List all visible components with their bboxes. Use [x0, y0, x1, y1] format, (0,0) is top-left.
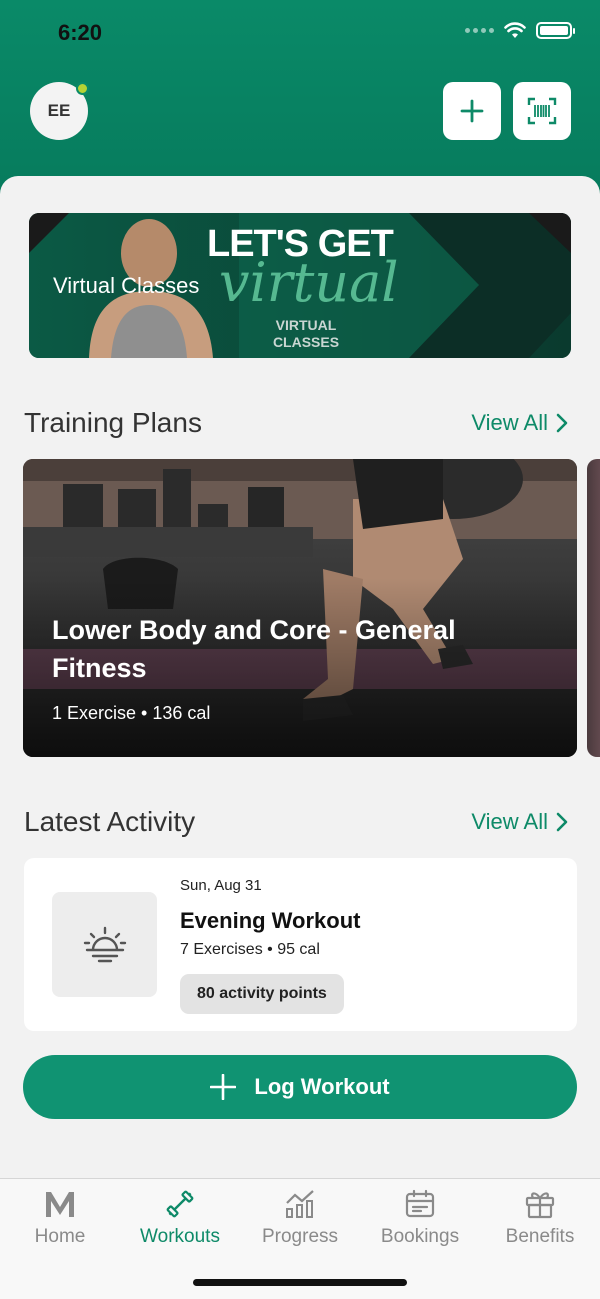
plan-meta: 1 Exercise • 136 cal — [52, 703, 211, 723]
view-all-label: View All — [471, 809, 548, 834]
barcode-scan-icon — [527, 97, 557, 125]
banner-subtext: VIRTUAL CLASSES — [272, 317, 340, 350]
activity-thumbnail — [52, 892, 157, 997]
home-indicator — [193, 1279, 407, 1286]
battery-icon — [536, 22, 575, 39]
gift-icon — [525, 1188, 555, 1220]
banner-label: Virtual Classes — [53, 273, 200, 298]
dumbbell-icon — [165, 1188, 195, 1220]
activity-meta: 7 Exercises • 95 cal — [180, 941, 320, 958]
latest-activity-view-all[interactable]: View All — [471, 809, 568, 835]
calendar-icon — [405, 1188, 435, 1220]
tab-label: Home — [34, 1226, 86, 1247]
next-plan-card-peek[interactable] — [587, 459, 600, 757]
tab-workouts[interactable]: Workouts — [120, 1179, 240, 1259]
virtual-classes-banner[interactable]: Virtual Classes LET'S GET virtual VIRTUA… — [29, 213, 571, 358]
training-plans-view-all[interactable]: View All — [471, 410, 568, 436]
tab-home[interactable]: Home — [0, 1179, 120, 1259]
sunset-icon — [83, 926, 126, 962]
tab-label: Progress — [261, 1226, 339, 1247]
m-logo-icon — [43, 1188, 77, 1220]
log-workout-label: Log Workout — [254, 1074, 390, 1099]
activity-card[interactable]: Sun, Aug 31 Evening Workout 7 Exercises … — [24, 858, 577, 1031]
online-status-dot — [76, 82, 89, 95]
latest-activity-title: Latest Activity — [24, 806, 196, 837]
view-all-label: View All — [471, 410, 548, 435]
chart-icon — [284, 1188, 316, 1220]
avatar[interactable]: EE — [30, 82, 89, 140]
tab-benefits[interactable]: Benefits — [480, 1179, 600, 1259]
log-workout-button[interactable]: Log Workout — [23, 1055, 577, 1119]
add-button[interactable] — [443, 82, 501, 140]
barcode-scan-button[interactable] — [513, 82, 571, 140]
plus-icon — [460, 99, 484, 123]
status-time: 6:20 — [58, 20, 103, 45]
chevron-right-icon — [556, 812, 568, 832]
chevron-right-icon — [556, 413, 568, 433]
tab-progress[interactable]: Progress — [240, 1179, 360, 1259]
training-plans-title: Training Plans — [24, 407, 202, 438]
avatar-initials: EE — [47, 101, 71, 120]
wifi-icon — [504, 22, 526, 38]
plus-icon — [210, 1074, 237, 1100]
signal-icon — [465, 28, 494, 33]
plan-title: Lower Body and Core - General Fitness — [52, 615, 456, 683]
tab-label: Bookings — [380, 1226, 460, 1247]
tab-bookings[interactable]: Bookings — [360, 1179, 480, 1259]
training-plan-card[interactable]: Lower Body and Core - General Fitness 1 … — [23, 459, 577, 757]
status-icons — [465, 22, 575, 39]
activity-points-badge: 80 activity points — [180, 974, 344, 1014]
activity-title: Evening Workout — [180, 908, 361, 933]
activity-date: Sun, Aug 31 — [180, 877, 262, 894]
tab-label: Benefits — [505, 1226, 575, 1247]
banner-script-text: virtual — [219, 251, 399, 314]
tab-label: Workouts — [140, 1226, 220, 1247]
